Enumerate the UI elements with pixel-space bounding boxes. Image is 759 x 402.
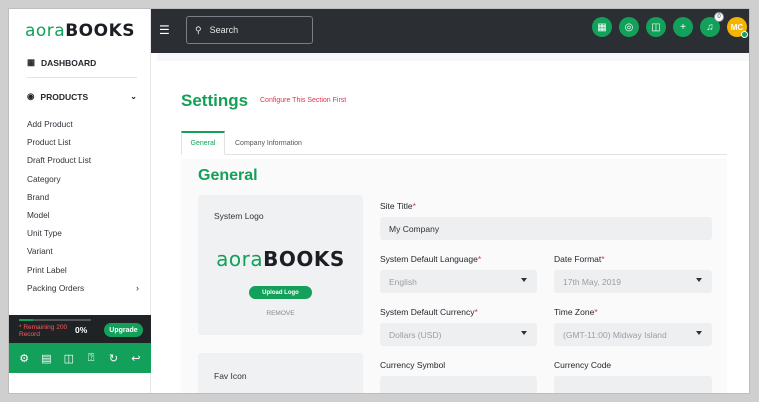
search-input[interactable]: ⚲ Search xyxy=(186,16,313,44)
caret-down-icon xyxy=(696,278,702,282)
help-icon[interactable]: ⍰ xyxy=(84,351,98,365)
remaining-percent: 0% xyxy=(75,325,88,335)
online-status-dot xyxy=(741,31,748,38)
top-bar: ☰ ⚲ Search ▦ ◎ ◫ + ♫ 0 MC xyxy=(151,9,749,53)
currency-code-label: Currency Code xyxy=(554,360,612,370)
sidebar-item-product-list[interactable]: Product List xyxy=(27,133,139,151)
notification-badge: 0 xyxy=(714,12,724,22)
system-logo-card: System Logo aoraBOOKS Upload Logo REMOVE xyxy=(198,195,363,335)
top-actions: ▦ ◎ ◫ + ♫ 0 MC xyxy=(592,12,748,38)
calculator-icon[interactable]: ▦ xyxy=(592,17,612,37)
sidebar-item-category[interactable]: Category xyxy=(27,170,139,188)
currency-code-field[interactable] xyxy=(554,376,712,393)
menu-icon[interactable]: ☰ xyxy=(159,23,170,37)
settings-icon[interactable]: ⚙ xyxy=(17,351,31,365)
caret-down-icon xyxy=(521,331,527,335)
remaining-progress-fill xyxy=(19,319,34,321)
system-logo-label: System Logo xyxy=(214,211,264,221)
tab-company-information[interactable]: Company Information xyxy=(235,131,302,155)
sidebar-item-label: PRODUCTS xyxy=(40,91,89,102)
site-title-field[interactable]: My Company xyxy=(380,217,712,240)
globe-icon[interactable]: ◎ xyxy=(619,17,639,37)
products-submenu: Add Product Product List Draft Product L… xyxy=(27,115,139,297)
sidebar-item-draft-product-list[interactable]: Draft Product List xyxy=(27,151,139,169)
general-panel: General System Logo aoraBOOKS Upload Log… xyxy=(181,159,727,393)
remaining-progress-bar xyxy=(19,319,91,321)
products-icon: ◉ xyxy=(27,91,35,101)
currency-symbol-label: Currency Symbol xyxy=(380,360,446,370)
sidebar-item-packing-orders[interactable]: Packing Orders › xyxy=(27,279,139,297)
chevron-down-icon: ⌄ xyxy=(130,92,137,101)
sidebar-footer-toolbar: ⚙ ▤ ◫ ⍰ ↻ ↩ xyxy=(9,343,151,373)
system-logo-preview: aoraBOOKS xyxy=(216,247,345,271)
sidebar-item-variant[interactable]: Variant xyxy=(27,242,139,260)
section-title: General xyxy=(198,167,258,184)
page-note: Configure This Section First xyxy=(260,97,347,104)
date-format-select[interactable]: 17th May, 2019 xyxy=(554,270,712,293)
time-zone-select[interactable]: (GMT-11:00) Midway Island xyxy=(554,323,712,346)
page-title: Settings xyxy=(181,91,249,110)
add-icon[interactable]: + xyxy=(673,17,693,37)
sidebar-item-model[interactable]: Model xyxy=(27,206,139,224)
upload-logo-button[interactable]: Upload Logo xyxy=(249,286,312,299)
fav-icon-label: Fav Icon xyxy=(214,371,247,381)
chevron-right-icon: › xyxy=(136,282,139,293)
settings-content: Settings Configure This Section First Ge… xyxy=(157,61,749,393)
refresh-icon[interactable]: ↻ xyxy=(106,351,120,365)
fav-icon-card: Fav Icon xyxy=(198,353,363,393)
caret-down-icon xyxy=(521,278,527,282)
logout-icon[interactable]: ↩ xyxy=(129,351,143,365)
search-icon: ⚲ xyxy=(195,24,202,35)
sidebar-item-products[interactable]: ◉ PRODUCTS ⌄ xyxy=(27,91,137,102)
sidebar-item-brand[interactable]: Brand xyxy=(27,188,139,206)
remaining-records-panel: * Remaining 200 Record 0% Upgrade xyxy=(9,315,151,343)
default-currency-select[interactable]: Dollars (USD) xyxy=(380,323,537,346)
book-icon[interactable]: ◫ xyxy=(646,17,666,37)
caret-down-icon xyxy=(696,331,702,335)
tab-general[interactable]: General xyxy=(181,131,225,155)
bell-icon[interactable]: ♫ 0 xyxy=(700,12,724,37)
grid-icon: ▦ xyxy=(27,57,36,67)
sidebar-item-add-product[interactable]: Add Product xyxy=(27,115,139,133)
currency-symbol-field[interactable] xyxy=(380,376,537,393)
avatar[interactable]: MC xyxy=(727,17,748,38)
sidebar: aora BOOKS ▦ DASHBOARD ◉ PRODUCTS ⌄ Add P… xyxy=(9,9,151,393)
default-language-select[interactable]: English xyxy=(380,270,537,293)
upgrade-button[interactable]: Upgrade xyxy=(104,323,143,337)
book-icon[interactable]: ◫ xyxy=(62,351,76,365)
chart-icon[interactable]: ▤ xyxy=(39,351,53,365)
settings-tabs: General Company Information xyxy=(181,131,727,155)
sidebar-item-dashboard[interactable]: ▦ DASHBOARD xyxy=(27,57,137,78)
default-language-label: System Default Language* xyxy=(380,254,482,264)
brand-logo[interactable]: aora BOOKS xyxy=(9,9,151,53)
default-currency-label: System Default Currency* xyxy=(380,307,478,317)
remove-logo-link[interactable]: REMOVE xyxy=(198,310,363,317)
site-title-label: Site Title* xyxy=(380,201,416,211)
date-format-label: Date Format* xyxy=(554,254,605,264)
sidebar-item-print-label[interactable]: Print Label xyxy=(27,261,139,279)
sidebar-item-label: DASHBOARD xyxy=(41,57,97,68)
sidebar-item-unit-type[interactable]: Unit Type xyxy=(27,224,139,242)
search-placeholder: Search xyxy=(209,25,239,35)
main-area: Settings Configure This Section First Ge… xyxy=(157,53,749,393)
time-zone-label: Time Zone* xyxy=(554,307,598,317)
remaining-records-text: * Remaining 200 Record xyxy=(19,324,68,338)
app-window: aora BOOKS ▦ DASHBOARD ◉ PRODUCTS ⌄ Add P… xyxy=(8,8,750,394)
